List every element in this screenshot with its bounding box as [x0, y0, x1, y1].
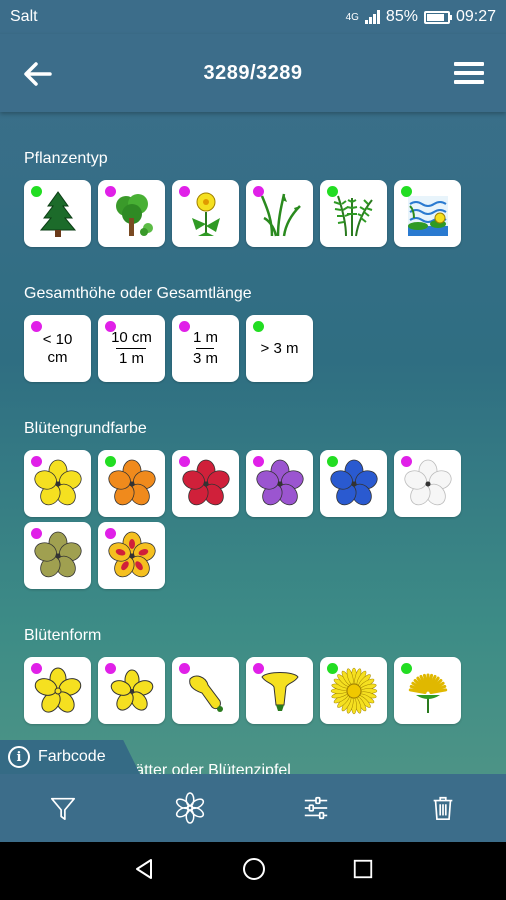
trumpet-flower-tile[interactable]: [246, 657, 313, 724]
filter-icon[interactable]: [43, 788, 83, 828]
color-code-tab[interactable]: i Farbcode: [0, 740, 140, 774]
tubular-flower-tile[interactable]: [172, 657, 239, 724]
magenta-dot-icon: [31, 321, 42, 332]
carrier-label: Salt: [10, 8, 38, 25]
color-code-label: Farbcode: [38, 748, 106, 765]
green-flower-tile[interactable]: [24, 522, 91, 589]
green-dot-icon: [31, 186, 42, 197]
dandelion-flower-tile[interactable]: [394, 657, 461, 724]
yellow-flower-tile[interactable]: [24, 450, 91, 517]
back-triangle-icon[interactable]: [132, 857, 156, 886]
water-plant-tile[interactable]: [394, 180, 461, 247]
magenta-dot-icon: [179, 456, 190, 467]
height-gt-3m-tile[interactable]: > 3 m: [246, 315, 313, 382]
magenta-dot-icon: [179, 186, 190, 197]
magenta-dot-icon: [105, 663, 116, 674]
magenta-dot-icon: [31, 456, 42, 467]
battery-percent: 85%: [385, 8, 418, 25]
height-gt-3m-label: > 3 m: [260, 339, 299, 357]
page-title: 3289/3289: [203, 61, 303, 84]
green-dot-icon: [253, 321, 264, 332]
hamburger-menu-icon[interactable]: [454, 62, 484, 84]
status-bar: Salt 4G 85% 09:27: [0, 0, 506, 34]
section-title-flower-color: Blütengrundfarbe: [24, 420, 147, 437]
magenta-dot-icon: [31, 528, 42, 539]
flower-shape-row: [24, 657, 461, 724]
orange-flower-tile[interactable]: [98, 450, 165, 517]
info-icon: i: [8, 746, 30, 768]
height-row: < 10 cm 10 cm 1 m 1 m3 m > 3 m: [24, 315, 313, 382]
magenta-dot-icon: [105, 528, 116, 539]
fern-tile[interactable]: [320, 180, 387, 247]
red-flower-tile[interactable]: [172, 450, 239, 517]
clock: 09:27: [455, 8, 496, 25]
five-petal-flower-tile[interactable]: [24, 657, 91, 724]
trash-icon[interactable]: [423, 788, 463, 828]
magenta-dot-icon: [179, 663, 190, 674]
magenta-dot-icon: [105, 321, 116, 332]
green-dot-icon: [401, 186, 412, 197]
green-dot-icon: [327, 186, 338, 197]
herb-flower-tile[interactable]: [172, 180, 239, 247]
home-circle-icon[interactable]: [241, 856, 267, 887]
status-indicators: 4G 85% 09:27: [346, 8, 496, 26]
magenta-dot-icon: [253, 186, 264, 197]
height-1m-3m-tile[interactable]: 1 m3 m: [172, 315, 239, 382]
signal-icon: [364, 10, 380, 24]
flower-color-row: [24, 450, 461, 517]
height-10cm-1m-label: 10 cm 1 m: [111, 329, 152, 367]
filter-content: Pflanzentyp Gesamthöhe oder Gesamtlänge …: [0, 112, 506, 774]
deciduous-tree-tile[interactable]: [98, 180, 165, 247]
section-title-flower-shape: Blütenform: [24, 627, 102, 644]
system-nav-bar: [0, 842, 506, 900]
network-label: 4G: [345, 11, 359, 23]
magenta-dot-icon: [179, 321, 190, 332]
section-title-height: Gesamthöhe oder Gesamtlänge: [24, 285, 252, 302]
purple-flower-tile[interactable]: [246, 450, 313, 517]
magenta-dot-icon: [105, 186, 116, 197]
arrow-left-icon[interactable]: [22, 60, 52, 88]
green-dot-icon: [327, 456, 338, 467]
daisy-flower-tile[interactable]: [320, 657, 387, 724]
multicolor-flower-tile[interactable]: [98, 522, 165, 589]
app-bar: 3289/3289: [0, 34, 506, 112]
green-dot-icon: [401, 663, 412, 674]
height-lt-10cm-tile[interactable]: < 10 cm: [24, 315, 91, 382]
green-dot-icon: [105, 456, 116, 467]
flower-icon[interactable]: [170, 788, 210, 828]
magenta-dot-icon: [253, 663, 264, 674]
recents-square-icon[interactable]: [352, 858, 374, 885]
height-lt-10cm-label: < 10 cm: [42, 330, 73, 366]
height-1m-3m-label: 1 m3 m: [192, 329, 218, 367]
white-flower-tile[interactable]: [394, 450, 461, 517]
magenta-dot-icon: [31, 663, 42, 674]
bottom-toolbar: [0, 774, 506, 842]
sliders-icon[interactable]: [296, 788, 336, 828]
plant-type-row: [24, 180, 461, 247]
magenta-dot-icon: [401, 456, 412, 467]
conifer-tree-tile[interactable]: [24, 180, 91, 247]
grass-tile[interactable]: [246, 180, 313, 247]
blue-flower-tile[interactable]: [320, 450, 387, 517]
flower-color-row: [24, 522, 165, 589]
height-10cm-1m-tile[interactable]: 10 cm 1 m: [98, 315, 165, 382]
section-title-plant-type: Pflanzentyp: [24, 150, 108, 167]
green-dot-icon: [327, 663, 338, 674]
battery-icon: [423, 10, 452, 24]
small-star-flower-tile[interactable]: [98, 657, 165, 724]
magenta-dot-icon: [253, 456, 264, 467]
